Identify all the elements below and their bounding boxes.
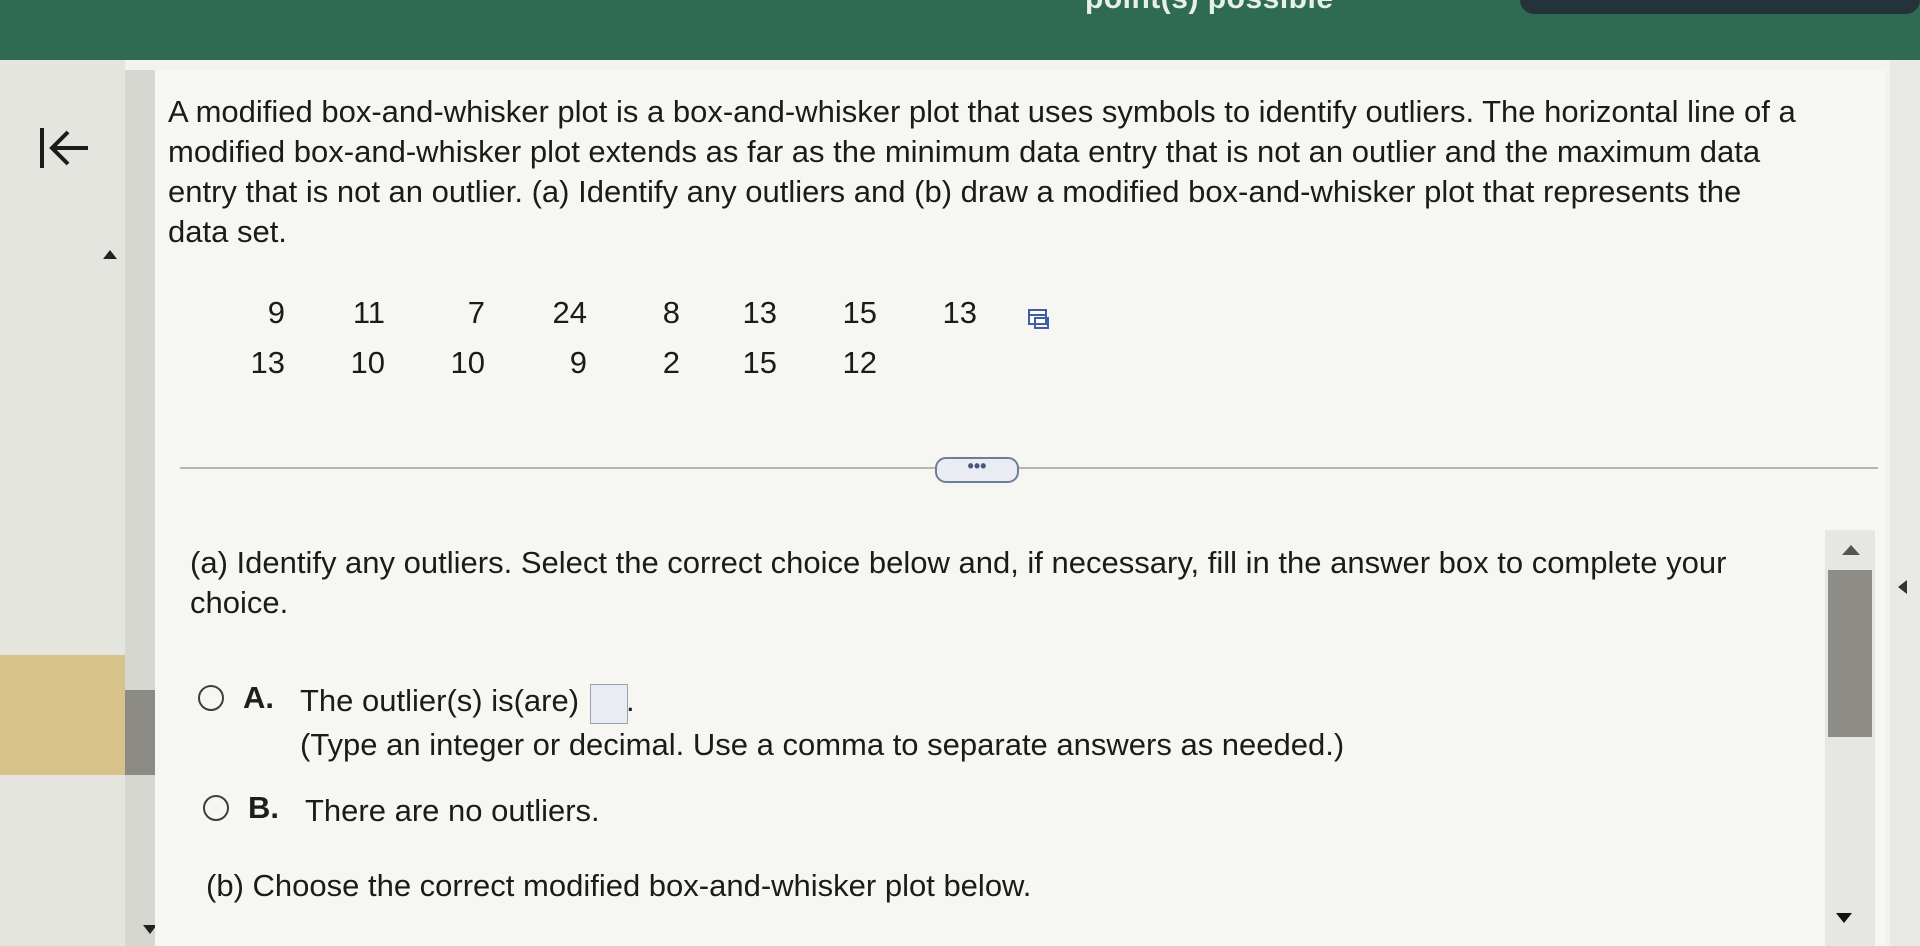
- problem-line: entry that is not an outlier. (a) Identi…: [168, 174, 1742, 209]
- part-b-prompt: (b) Choose the correct modified box-and-…: [206, 868, 1032, 903]
- choice-b-letter: B.: [248, 790, 279, 825]
- left-scrollbar-thumb[interactable]: [125, 690, 155, 775]
- choice-a-text: The outlier(s) is(are): [300, 683, 580, 718]
- copy-data-icon[interactable]: [1027, 307, 1051, 331]
- data-value: 9: [569, 345, 587, 380]
- data-value: 12: [842, 345, 877, 380]
- choice-a-hint: (Type an integer or decimal. Use a comma…: [300, 727, 1345, 762]
- choice-a-letter: A.: [243, 680, 274, 715]
- data-value: 7: [467, 295, 485, 330]
- right-scrollbar-thumb[interactable]: [1828, 570, 1872, 737]
- collapse-panel-icon[interactable]: [38, 120, 92, 176]
- choice-a-radio[interactable]: [198, 685, 224, 711]
- left-rail-highlight: [0, 655, 125, 775]
- data-value: 10: [350, 345, 385, 380]
- top-bar: point(s) possible: [0, 0, 1920, 60]
- data-value: 10: [450, 345, 485, 380]
- data-value: 11: [352, 295, 385, 330]
- section-divider: [180, 467, 1878, 469]
- choice-a-suffix: .: [626, 683, 635, 718]
- problem-line: A modified box-and-whisker plot is a box…: [168, 94, 1796, 129]
- top-bar-pill: [1520, 0, 1920, 14]
- part-a-prompt-line: choice.: [190, 585, 289, 620]
- left-rail: [0, 60, 125, 946]
- right-edge-panel: [1890, 60, 1920, 946]
- scroll-down-arrow-icon[interactable]: [1836, 913, 1852, 923]
- data-value: 8: [662, 295, 680, 330]
- data-value: 13: [942, 295, 977, 330]
- data-value: 2: [662, 345, 680, 380]
- data-value: 15: [842, 295, 877, 330]
- data-value: 9: [267, 295, 285, 330]
- outlier-answer-input[interactable]: [590, 684, 628, 724]
- choice-b-text: There are no outliers.: [305, 793, 600, 828]
- data-value: 13: [250, 345, 285, 380]
- scroll-up-arrow-icon[interactable]: [1842, 545, 1860, 555]
- left-scrollbar[interactable]: [125, 70, 155, 946]
- data-value: 15: [742, 345, 777, 380]
- part-a-prompt-line: (a) Identify any outliers. Select the co…: [190, 545, 1727, 580]
- problem-line: modified box-and-whisker plot extends as…: [168, 134, 1761, 169]
- problem-line: data set.: [168, 214, 287, 249]
- expand-side-panel-icon[interactable]: [1898, 580, 1907, 594]
- scroll-up-icon[interactable]: [103, 250, 117, 259]
- points-possible-label: point(s) possible: [1085, 0, 1334, 16]
- problem-statement: A modified box-and-whisker plot is a box…: [168, 92, 1888, 252]
- part-a-prompt: (a) Identify any outliers. Select the co…: [190, 543, 1790, 623]
- data-value: 24: [552, 295, 587, 330]
- data-value: 13: [742, 295, 777, 330]
- more-options-button[interactable]: •••: [935, 457, 1019, 483]
- choice-b-radio[interactable]: [203, 795, 229, 821]
